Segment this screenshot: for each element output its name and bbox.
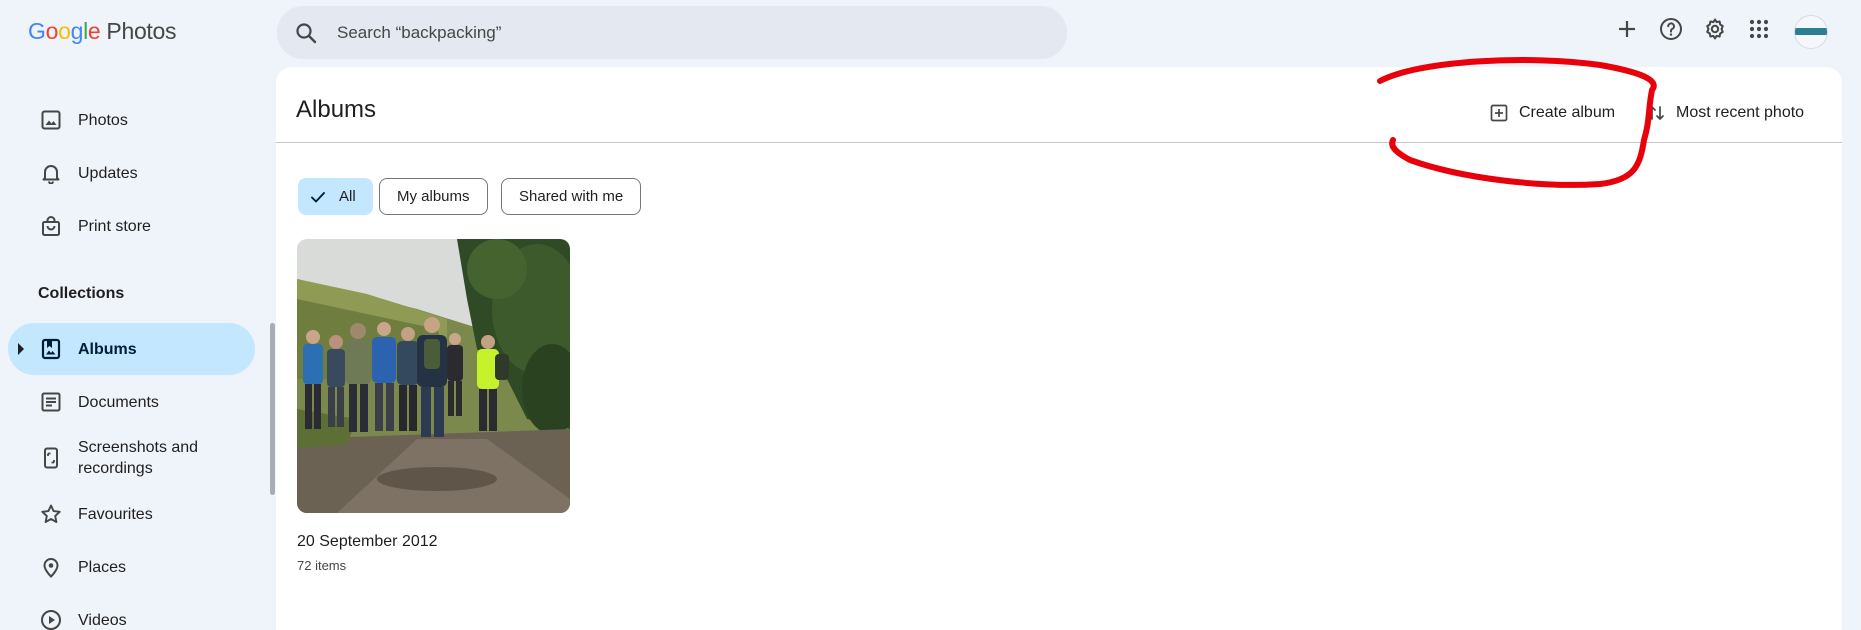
sidebar-item-updates[interactable]: Updates — [8, 147, 255, 199]
album-icon — [39, 337, 63, 361]
search-input[interactable] — [337, 6, 1037, 59]
main-panel: Albums Create album Most recent photo Al… — [276, 67, 1842, 630]
sidebar-item-places[interactable]: Places — [8, 541, 255, 593]
sidebar-item-label: Videos — [78, 611, 127, 629]
logo-brand: Google — [28, 18, 101, 44]
check-icon — [309, 188, 327, 206]
google-photos-logo[interactable]: Google Photos — [28, 18, 177, 45]
sidebar-item-label: Places — [78, 558, 127, 576]
hikers-photo — [297, 239, 570, 513]
sidebar-item-label: Documents — [78, 393, 159, 411]
chip-label: Shared with me — [519, 188, 624, 205]
album-card[interactable]: 20 September 2012 72 items — [297, 239, 572, 573]
create-album-label: Create album — [1519, 104, 1616, 121]
shopping-bag-icon — [39, 214, 63, 238]
collections-heading: Collections — [38, 285, 125, 302]
sidebar-item-documents[interactable]: Documents — [8, 376, 255, 428]
sidebar-item-videos[interactable]: Videos — [8, 594, 255, 630]
search-icon[interactable] — [294, 21, 318, 45]
star-icon — [39, 502, 63, 526]
sort-button[interactable]: Most recent photo — [1646, 98, 1804, 128]
caret-right-icon[interactable] — [16, 342, 26, 361]
bell-icon — [39, 161, 63, 185]
header-divider — [276, 142, 1842, 143]
sidebar-item-label: Favourites — [78, 505, 153, 523]
apps-grid-icon[interactable] — [1746, 16, 1772, 42]
location-pin-icon — [39, 555, 63, 579]
sidebar-item-favourites[interactable]: Favourites — [8, 488, 255, 540]
phone-screenshot-icon — [39, 446, 63, 470]
sidebar-item-label: Photos — [78, 111, 128, 129]
sidebar-item-albums[interactable]: Albums — [8, 323, 255, 375]
sidebar-item-label: Print store — [78, 217, 151, 235]
sidebar-scrollbar[interactable] — [270, 323, 275, 495]
filter-chip-shared-with-me[interactable]: Shared with me — [501, 178, 642, 215]
google-photos-app: Google Photos Photos — [0, 0, 1861, 630]
filter-chip-my-albums[interactable]: My albums — [379, 178, 488, 215]
sidebar: Photos Updates Print store Collections A… — [0, 70, 265, 630]
search-bar[interactable] — [277, 6, 1067, 59]
album-item-count: 72 items — [297, 558, 347, 573]
sidebar-item-photos[interactable]: Photos — [8, 94, 255, 146]
help-icon[interactable] — [1658, 16, 1684, 42]
album-title: 20 September 2012 — [297, 533, 438, 550]
chip-label: All — [339, 188, 356, 205]
photo-icon — [39, 108, 63, 132]
filter-chip-all[interactable]: All — [298, 178, 373, 215]
play-circle-icon — [39, 608, 63, 630]
page-title: Albums — [296, 96, 377, 123]
chip-label: My albums — [397, 188, 470, 205]
add-icon[interactable] — [1614, 16, 1640, 42]
settings-icon[interactable] — [1702, 16, 1728, 42]
sidebar-item-label: Updates — [78, 164, 138, 182]
album-thumbnail[interactable] — [297, 239, 570, 513]
sort-arrows-icon — [1646, 103, 1666, 123]
avatar[interactable] — [1794, 15, 1828, 49]
logo-product: Photos — [106, 18, 177, 44]
sidebar-item-label: Screenshots and recordings — [78, 439, 199, 477]
sort-label: Most recent photo — [1676, 104, 1805, 121]
create-album-button[interactable]: Create album — [1489, 98, 1615, 128]
sidebar-item-label: Albums — [78, 340, 137, 358]
sidebar-item-print-store[interactable]: Print store — [8, 200, 255, 252]
sidebar-item-screenshots[interactable]: Screenshots and recordings — [8, 429, 255, 487]
add-box-icon — [1489, 103, 1509, 123]
document-icon — [39, 390, 63, 414]
